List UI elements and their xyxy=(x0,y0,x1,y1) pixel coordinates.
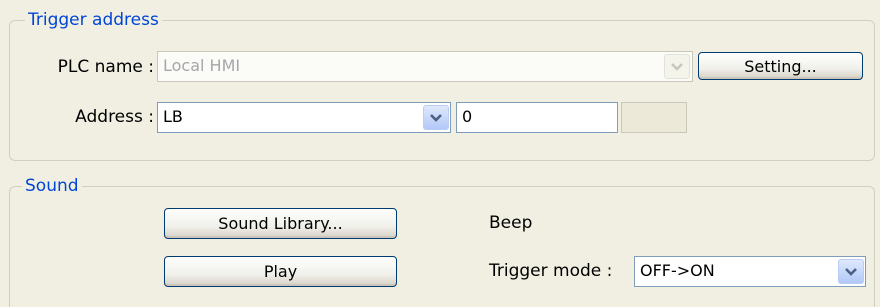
setting-button[interactable]: Setting... xyxy=(698,52,863,80)
chevron-down-icon xyxy=(845,267,857,276)
sound-library-button[interactable]: Sound Library... xyxy=(164,208,397,239)
address-type-dropdown-button[interactable] xyxy=(423,105,449,130)
sound-name: Beep xyxy=(489,213,533,233)
trigger-address-group xyxy=(9,20,875,161)
address-type-select[interactable]: LB xyxy=(157,102,451,133)
sound-title: Sound xyxy=(22,176,82,196)
chevron-down-icon xyxy=(430,113,442,122)
trigger-mode-dropdown-button[interactable] xyxy=(838,259,864,284)
address-value: 0 xyxy=(462,107,473,126)
address-label: Address : xyxy=(75,107,154,127)
trigger-mode-select[interactable]: OFF->ON xyxy=(634,256,866,287)
plc-name-value: Local HMI xyxy=(163,56,241,75)
trigger-mode-label: Trigger mode : xyxy=(489,261,613,281)
plc-name-dropdown-button xyxy=(664,54,690,79)
address-type-value: LB xyxy=(163,107,183,126)
plc-name-select: Local HMI xyxy=(157,51,693,82)
plc-name-label: PLC name : xyxy=(57,57,154,77)
trigger-address-title: Trigger address xyxy=(25,10,162,30)
address-extra-box xyxy=(621,102,687,133)
sound-group xyxy=(9,186,875,307)
trigger-mode-value: OFF->ON xyxy=(640,261,715,280)
address-value-input[interactable]: 0 xyxy=(456,102,618,133)
chevron-down-icon xyxy=(671,62,683,71)
play-button[interactable]: Play xyxy=(164,256,397,287)
